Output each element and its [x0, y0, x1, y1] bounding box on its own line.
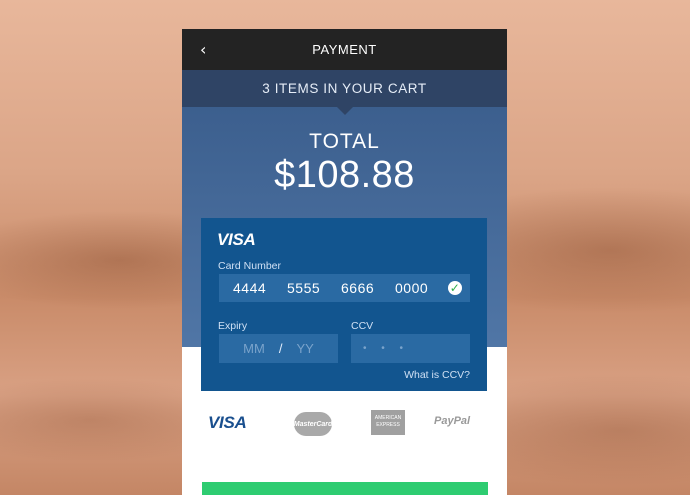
card-number-group: 5555	[287, 280, 321, 296]
card-number-input[interactable]: 4444 5555 6666 0000 ✓	[219, 274, 470, 302]
expiry-month-placeholder[interactable]: MM	[243, 341, 265, 356]
visa-method-logo[interactable]: VISA	[208, 413, 247, 433]
payment-methods: VISA MasterCard AMERICAN EXPRESS PayPal	[182, 409, 507, 439]
cart-summary-text: 3 ITEMS IN YOUR CART	[262, 81, 427, 96]
expiry-year-placeholder[interactable]: YY	[296, 341, 313, 356]
page-title: PAYMENT	[312, 42, 377, 57]
card-number-group: 0000	[395, 280, 429, 296]
back-icon[interactable]: ‹	[200, 40, 206, 59]
ccv-label: CCV	[351, 320, 374, 332]
mastercard-method-logo[interactable]: MasterCard	[294, 412, 332, 436]
payment-screen: ‹ PAYMENT 3 ITEMS IN YOUR CART TOTAL $10…	[182, 29, 507, 495]
pay-button[interactable]	[202, 482, 488, 495]
ccv-placeholder: • • •	[363, 343, 410, 354]
top-bar: ‹ PAYMENT	[182, 29, 507, 70]
ccv-input[interactable]: • • •	[351, 334, 470, 363]
what-is-ccv-link[interactable]: What is CCV?	[404, 369, 470, 381]
expiry-separator: /	[278, 341, 283, 356]
card-number-group: 6666	[341, 280, 375, 296]
cart-summary-bar[interactable]: 3 ITEMS IN YOUR CART	[182, 70, 507, 115]
expiry-input[interactable]: MM / YY	[219, 334, 338, 363]
amex-method-logo[interactable]: AMERICAN EXPRESS	[371, 410, 405, 435]
visa-logo: VISA	[217, 230, 256, 249]
paypal-method-logo[interactable]: PayPal	[434, 415, 470, 427]
mastercard-text: MasterCard	[293, 420, 333, 428]
card-number-group: 4444	[233, 280, 267, 296]
card-number-label: Card Number	[218, 260, 282, 272]
total-amount: $108.88	[274, 154, 415, 196]
amex-text: AMERICAN EXPRESS	[374, 415, 402, 428]
credit-card-form: VISA Card Number 4444 5555 6666 0000 ✓ E…	[201, 218, 487, 391]
check-circle-icon: ✓	[448, 281, 462, 295]
expiry-label: Expiry	[218, 320, 248, 332]
